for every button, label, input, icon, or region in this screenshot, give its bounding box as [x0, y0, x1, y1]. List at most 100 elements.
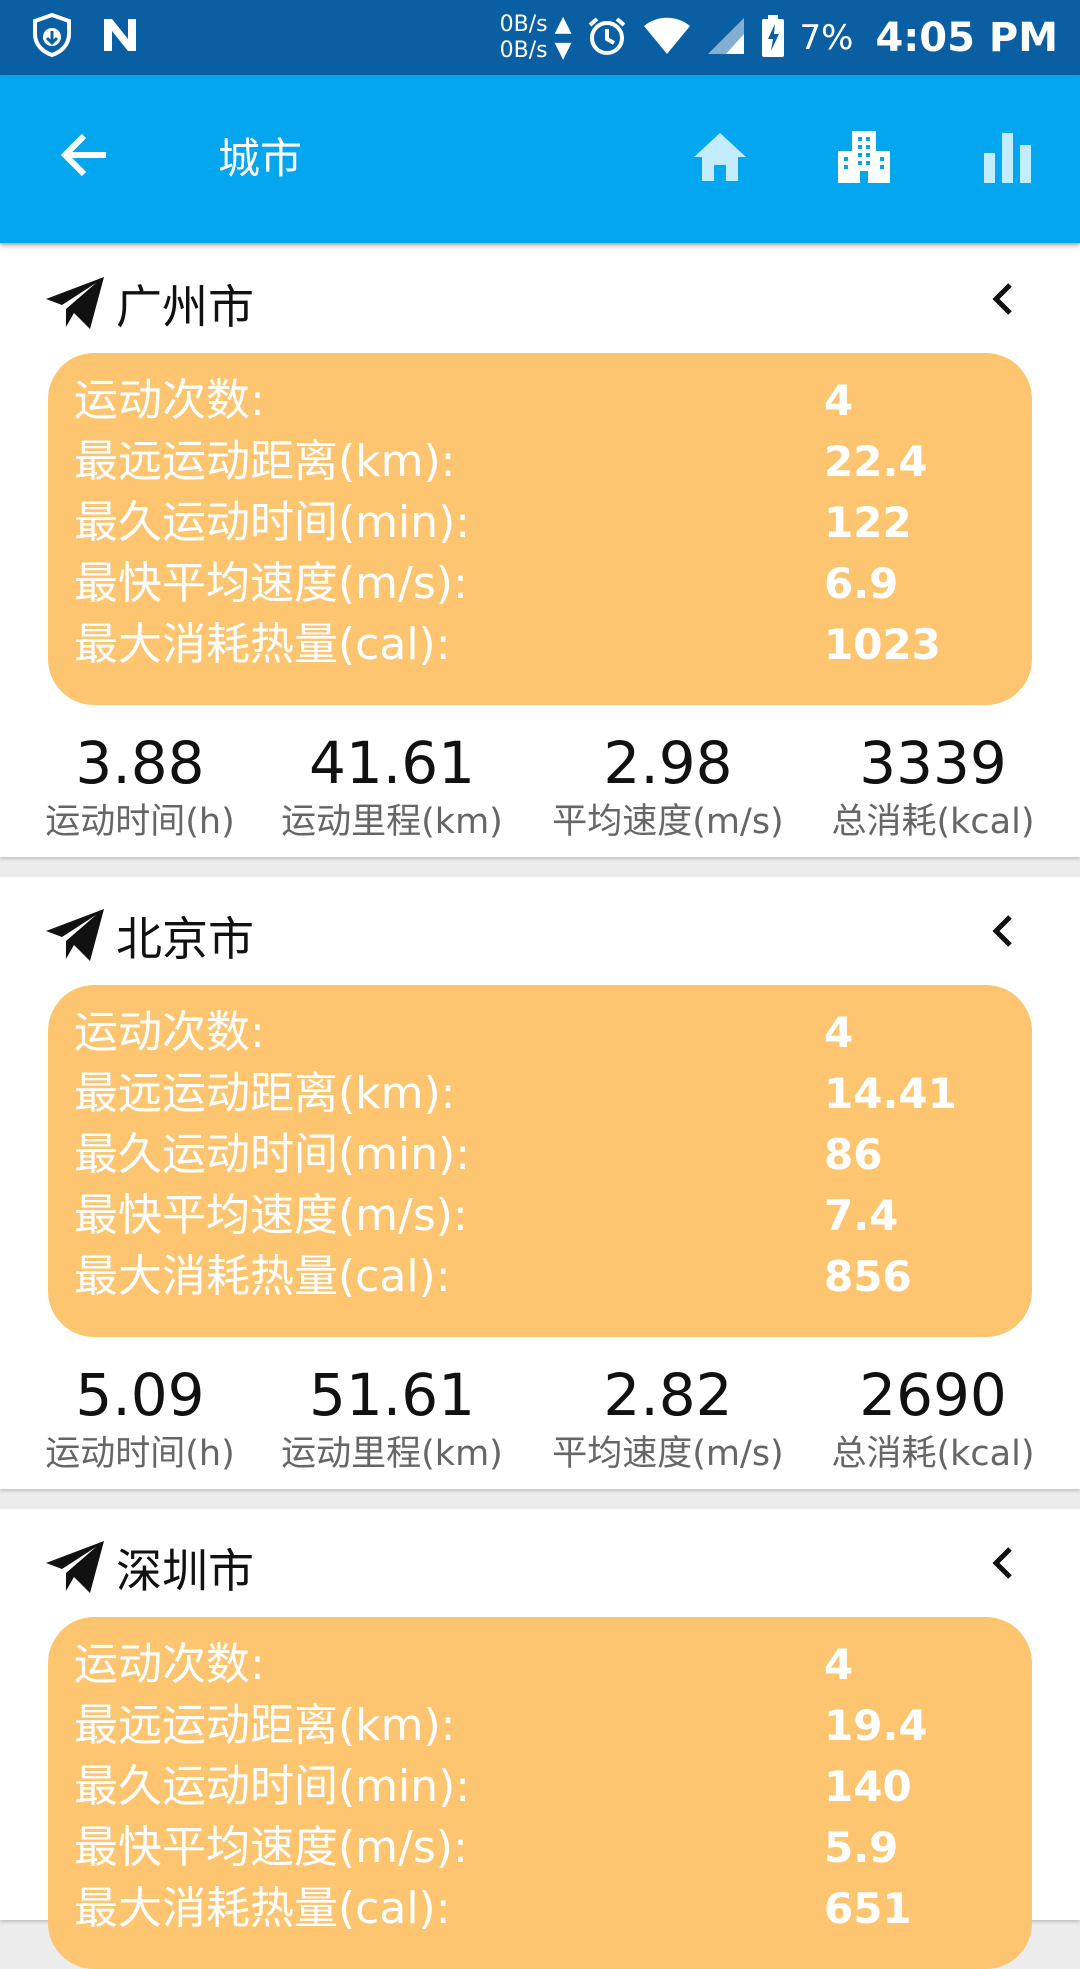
detail-label: 运动次数: [74, 1007, 265, 1058]
detail-row: 最快平均速度(m/s): 5.9 [74, 1818, 1014, 1878]
detail-row: 最快平均速度(m/s): 7.4 [74, 1186, 1014, 1246]
detail-row: 最快平均速度(m/s): 6.9 [74, 554, 1014, 614]
detail-row: 运动次数: 4 [74, 371, 1014, 431]
detail-value: 86 [824, 1130, 883, 1179]
city-card-header[interactable]: 广州市 [0, 245, 1080, 355]
summary-stats: 3.88 运动时间(h) 41.61 运动里程(km) 2.98 平均速度(m/s) … [0, 727, 1080, 877]
summary-stats: 5.09 运动时间(h) 51.61 运动里程(km) 2.82 平均速度(m/s) … [0, 1359, 1080, 1509]
city-card-header[interactable]: 深圳市 [0, 1509, 1080, 1619]
stat-value: 2.82 [603, 1361, 733, 1429]
detail-value: 7.4 [824, 1191, 899, 1240]
stat-value: 5.09 [75, 1361, 205, 1429]
detail-label: 最快平均速度(m/s): [74, 1822, 468, 1873]
detail-value: 856 [824, 1252, 912, 1301]
detail-row: 运动次数: 4 [74, 1635, 1014, 1695]
detail-row: 最久运动时间(min): 140 [74, 1757, 1014, 1817]
stat-label: 运动里程(km) [281, 1434, 503, 1474]
detail-value: 5.9 [824, 1823, 899, 1872]
stat-value: 51.61 [308, 1361, 476, 1429]
stat-label: 平均速度(m/s) [552, 1434, 784, 1474]
detail-value: 122 [824, 498, 912, 547]
stat-item: 3.88 运动时间(h) [10, 727, 270, 845]
detail-label: 最远运动距离(km): [74, 1068, 456, 1119]
detail-row: 最大消耗热量(cal): 651 [74, 1879, 1014, 1939]
back-arrow-icon[interactable] [56, 127, 112, 187]
detail-label: 最久运动时间(min): [74, 1129, 471, 1180]
stat-value: 3.88 [75, 729, 205, 797]
paper-plane-icon [44, 275, 106, 335]
detail-value: 6.9 [824, 559, 899, 608]
detail-value: 1023 [824, 620, 941, 669]
detail-panel: 运动次数: 4 最远运动距离(km): 14.41 最久运动时间(min): 86 最… [48, 985, 1032, 1337]
detail-value: 4 [824, 1008, 854, 1057]
detail-label: 最快平均速度(m/s): [74, 1190, 468, 1241]
network-speed: 0B/s ▲ 0B/s ▼ [499, 11, 572, 63]
city-name: 深圳市 [116, 1544, 254, 1598]
battery-charging-icon [760, 14, 786, 62]
city-icon[interactable] [834, 127, 894, 191]
detail-value: 4 [824, 376, 854, 425]
paper-plane-icon [44, 907, 106, 967]
battery-percent: 7% [799, 17, 854, 58]
detail-value: 22.4 [824, 437, 928, 486]
stat-label: 运动时间(h) [45, 802, 235, 842]
stat-item: 2.82 平均速度(m/s) [538, 1359, 798, 1477]
stat-item: 5.09 运动时间(h) [10, 1359, 270, 1477]
chevron-left-icon[interactable] [990, 1545, 1016, 1585]
chevron-left-icon[interactable] [990, 913, 1016, 953]
detail-panel: 运动次数: 4 最远运动距离(km): 19.4 最久运动时间(min): 140 最… [48, 1617, 1032, 1969]
stat-item: 51.61 运动里程(km) [262, 1359, 522, 1477]
city-card: 北京市 运动次数: 4 最远运动距离(km): 14.41 最久运动时间(min):… [0, 877, 1080, 1489]
detail-row: 最大消耗热量(cal): 856 [74, 1247, 1014, 1307]
detail-label: 最久运动时间(min): [74, 497, 471, 548]
detail-row: 运动次数: 4 [74, 1003, 1014, 1063]
detail-value: 14.41 [824, 1069, 957, 1118]
detail-row: 最远运动距离(km): 22.4 [74, 432, 1014, 492]
home-icon[interactable] [690, 127, 750, 191]
detail-row: 最大消耗热量(cal): 1023 [74, 615, 1014, 675]
detail-row: 最远运动距离(km): 14.41 [74, 1064, 1014, 1124]
detail-row: 最久运动时间(min): 122 [74, 493, 1014, 553]
detail-row: 最久运动时间(min): 86 [74, 1125, 1014, 1185]
detail-row: 最远运动距离(km): 19.4 [74, 1696, 1014, 1756]
page-title: 城市 [218, 134, 303, 183]
net-down-text: 0B/s [499, 37, 548, 63]
n-icon [100, 15, 140, 59]
alarm-icon [586, 15, 628, 61]
city-card: 深圳市 运动次数: 4 最远运动距离(km): 19.4 最久运动时间(min): 1… [0, 1509, 1080, 1969]
detail-label: 最远运动距离(km): [74, 1700, 456, 1751]
cell-signal-icon [706, 16, 746, 60]
net-up-text: 0B/s [499, 11, 548, 37]
detail-label: 最大消耗热量(cal): [74, 1251, 451, 1302]
detail-value: 651 [824, 1884, 912, 1933]
clock: 4:05 PM [875, 14, 1058, 61]
stat-label: 运动时间(h) [45, 1434, 235, 1474]
shield-icon [30, 12, 74, 62]
status-bar: 0B/s ▲ 0B/s ▼ 7% 4:05 PM [0, 0, 1080, 75]
paper-plane-icon [44, 1539, 106, 1599]
stat-item: 3339 总消耗(kcal) [803, 727, 1063, 845]
wifi-icon [642, 16, 692, 60]
bar-chart-icon[interactable] [978, 127, 1038, 191]
stat-label: 总消耗(kcal) [831, 1434, 1035, 1474]
detail-value: 19.4 [824, 1701, 928, 1750]
detail-value: 4 [824, 1640, 854, 1689]
detail-label: 最远运动距离(km): [74, 436, 456, 487]
detail-panel: 运动次数: 4 最远运动距离(km): 22.4 最久运动时间(min): 122 最… [48, 353, 1032, 705]
detail-label: 最大消耗热量(cal): [74, 1883, 451, 1934]
stat-value: 3339 [859, 729, 1007, 797]
stat-value: 2.98 [603, 729, 733, 797]
detail-label: 最久运动时间(min): [74, 1761, 471, 1812]
detail-label: 运动次数: [74, 1639, 265, 1690]
detail-value: 140 [824, 1762, 912, 1811]
stat-value: 2690 [859, 1361, 1007, 1429]
stat-label: 平均速度(m/s) [552, 802, 784, 842]
city-card-header[interactable]: 北京市 [0, 877, 1080, 987]
stat-label: 总消耗(kcal) [831, 802, 1035, 842]
chevron-left-icon[interactable] [990, 281, 1016, 321]
city-card: 广州市 运动次数: 4 最远运动距离(km): 22.4 最久运动时间(min): 1… [0, 245, 1080, 857]
city-name: 北京市 [116, 912, 254, 966]
detail-label: 运动次数: [74, 375, 265, 426]
detail-label: 最大消耗热量(cal): [74, 619, 451, 670]
stat-value: 41.61 [308, 729, 476, 797]
